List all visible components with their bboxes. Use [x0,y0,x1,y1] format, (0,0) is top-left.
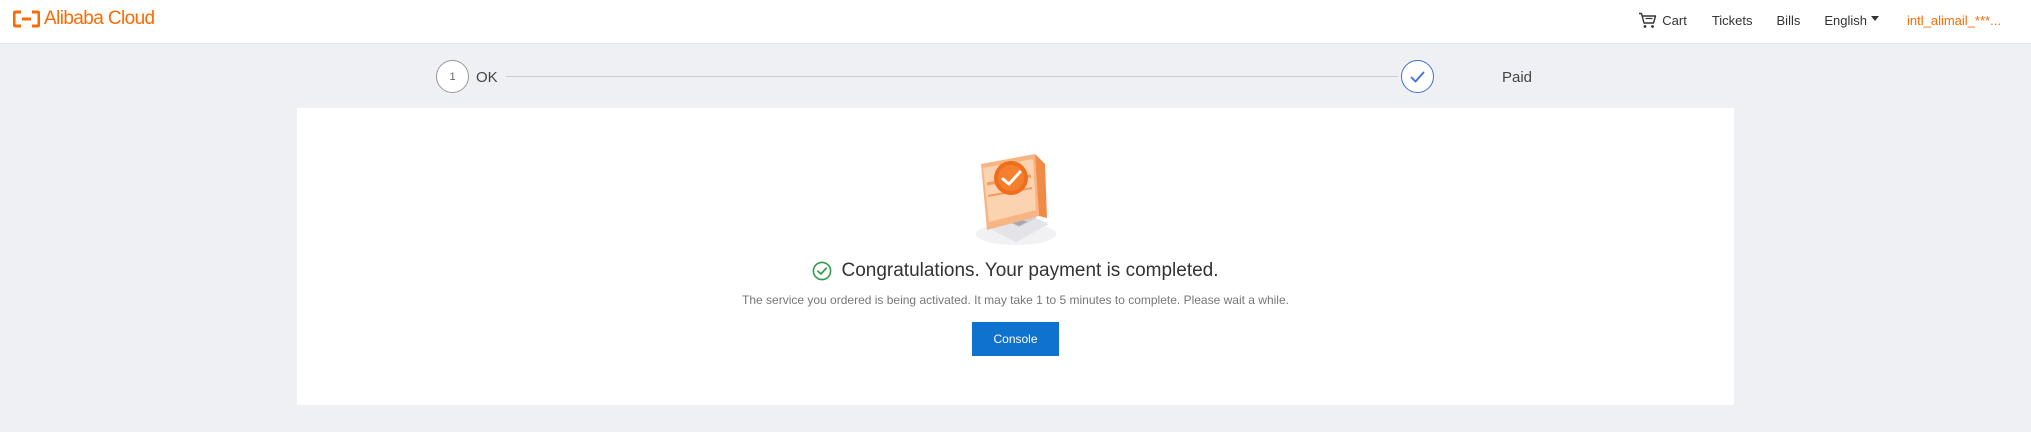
step-2-circle [1401,60,1434,93]
payment-success-illustration [976,154,1056,245]
alibaba-cloud-logo[interactable]: Alibaba Cloud [13,8,155,30]
bills-link[interactable]: Bills [1777,13,1801,28]
payment-success-headline: Congratulations. Your payment is complet… [297,260,1734,282]
payment-result-card: Congratulations. Your payment is complet… [297,108,1734,405]
cart-icon [1639,12,1657,28]
step-1-label: OK [476,69,498,86]
language-label: English [1824,12,1867,28]
payment-steps: 1 OK Paid [436,60,1534,94]
headline-text: Congratulations. Your payment is complet… [841,260,1219,281]
cart-label: Cart [1662,12,1687,28]
alibaba-cloud-logo-icon [13,10,40,28]
caret-down-icon [1871,15,1879,21]
tickets-link[interactable]: Tickets [1712,13,1753,28]
success-check-icon [813,261,832,281]
cart-link[interactable]: Cart [1638,12,1687,29]
console-button[interactable]: Console [972,322,1059,356]
top-navigation-bar: Alibaba Cloud Cart Tickets Bills English… [0,0,2031,44]
user-account-link[interactable]: intl_alimail_***... [1907,13,2005,28]
checkmark-icon [1410,71,1425,82]
step-1-number: 1 [449,70,456,83]
tickets-label: Tickets [1711,12,1753,28]
step-1-circle: 1 [436,60,469,93]
activation-message: The service you ordered is being activat… [742,293,1289,307]
logo-text: Alibaba Cloud [44,8,155,29]
user-account-label: intl_alimail_***... [1907,12,2001,28]
bills-label: Bills [1776,12,1801,28]
step-2-label: Paid [1502,69,1533,86]
language-dropdown[interactable]: English [1824,13,1879,28]
header-nav: Cart Tickets Bills English intl_alimail_… [1638,0,2031,40]
step-connector [506,76,1398,77]
